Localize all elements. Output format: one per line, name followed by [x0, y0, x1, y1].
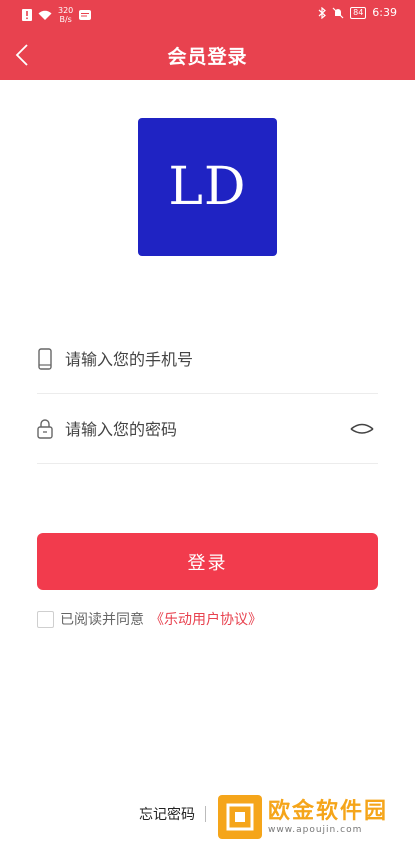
watermark-title: 欧金软件园 [268, 799, 389, 824]
phone-input[interactable] [65, 346, 345, 372]
status-right: 84 6:39 [318, 6, 397, 19]
network-speed-unit: B/s [59, 15, 72, 24]
agreement-link[interactable]: 《乐动用户协议》 [150, 609, 262, 629]
mute-bell-icon [332, 7, 344, 18]
bluetooth-icon [318, 6, 327, 19]
message-icon [79, 9, 92, 20]
agreement-text: 已阅读并同意 [60, 612, 144, 628]
watermark-badge-icon [226, 803, 254, 831]
network-speed: 320 B/s [58, 6, 73, 24]
agreement-row: 已阅读并同意 《乐动用户协议》 [37, 609, 262, 629]
agreement-checkbox[interactable] [37, 610, 54, 628]
watermark-logo [218, 795, 262, 839]
login-button[interactable]: 登录 [37, 533, 378, 590]
bottom-divider [205, 806, 206, 822]
clock: 6:39 [372, 6, 397, 19]
watermark-url: www.apoujin.com [268, 825, 363, 835]
page-title: 会员登录 [167, 46, 248, 68]
phone-field [37, 324, 378, 394]
logo-text: LD [168, 157, 247, 217]
watermark: 欧金软件园 www.apoujin.com [218, 793, 408, 841]
watermark-text: 欧金软件园 www.apoujin.com [268, 799, 388, 835]
password-field [37, 394, 378, 464]
eye-closed-icon[interactable] [350, 422, 374, 436]
title-bar: 会员登录 [0, 30, 415, 80]
alert-icon [22, 9, 32, 21]
app-logo: LD [138, 118, 277, 256]
password-input[interactable] [65, 416, 345, 442]
status-left: 320 B/s [22, 6, 92, 24]
wifi-icon [38, 10, 52, 20]
network-speed-value: 320 [58, 6, 74, 15]
forgot-password-link[interactable]: 忘记密码 [139, 804, 195, 824]
battery-indicator: 84 [350, 6, 367, 19]
lock-icon [37, 419, 53, 439]
status-bar: 320 B/s 84 6:39 [0, 0, 415, 30]
phone-icon [38, 348, 52, 370]
